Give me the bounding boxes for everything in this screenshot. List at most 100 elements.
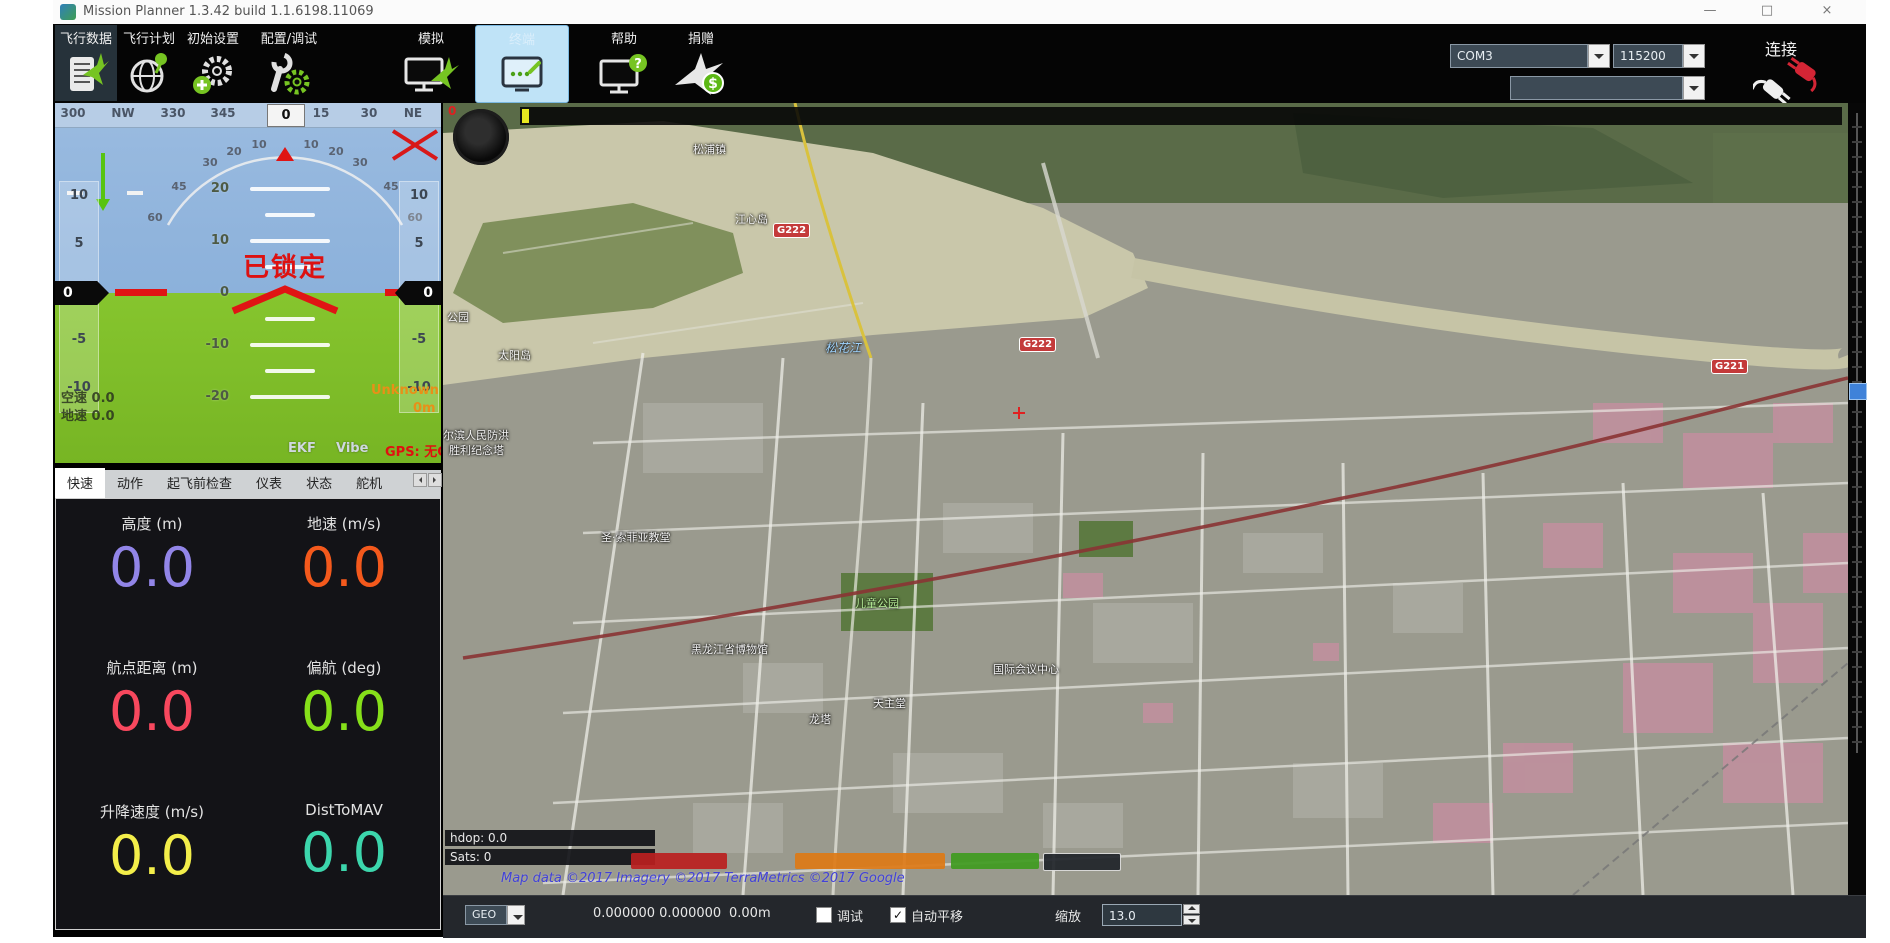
hdop-readout: hdop: 0.0 — [445, 830, 655, 846]
simulation-icon — [403, 51, 459, 97]
map-label: 龙塔 — [809, 711, 831, 727]
zoom-level-input[interactable]: 13.0 — [1102, 904, 1182, 926]
nav-flight-plan[interactable]: 飞行计划 — [119, 25, 179, 101]
mission-planner-window: Mission Planner 1.3.42 build 1.1.6198.11… — [53, 0, 1866, 937]
satellite-imagery — [443, 103, 1848, 895]
chevron-down-icon[interactable] — [1683, 76, 1705, 100]
quick-cell-groundspeed: 地速 (m/s) 0.0 — [248, 499, 440, 643]
autopan-checkbox[interactable]: ✓ — [890, 907, 906, 923]
groundspeed-readout: 地速 0.0 — [61, 405, 115, 424]
map-label-river: 松花江 — [825, 339, 861, 356]
nav-config-tuning[interactable]: 配置/调试 — [247, 25, 331, 101]
road-badge: G222 — [1019, 337, 1056, 352]
quick-cell-climb-rate: 升降速度 (m/s) 0.0 — [56, 787, 248, 931]
nav-terminal[interactable]: 终端 — [475, 25, 569, 103]
debug-checkbox[interactable] — [816, 907, 832, 923]
terminal-icon — [497, 52, 547, 98]
road-badge: G221 — [1711, 359, 1748, 374]
flight-mode-text: Unknown — [371, 383, 439, 398]
gps-status: GPS: 无GPS — [385, 441, 441, 460]
map-label: 国际会议中心 — [993, 661, 1059, 677]
title-bar: Mission Planner 1.3.42 build 1.1.6198.11… — [53, 0, 1866, 25]
status-badge-dark — [1043, 853, 1121, 871]
map-label: 太阳岛 — [498, 347, 531, 363]
svg-text:$: $ — [708, 76, 718, 92]
road-badge: G222 — [773, 223, 810, 238]
tab-actions[interactable]: 动作 — [105, 468, 155, 498]
data-tabs: 快速 动作 起飞前检查 仪表 状态 舵机 — [55, 470, 441, 498]
tab-status[interactable]: 状态 — [294, 468, 344, 498]
zoom-slider-handle[interactable] — [1849, 383, 1867, 400]
help-icon: ? — [598, 51, 650, 97]
cursor-coordinates: 0.000000 0.000000 — [593, 906, 721, 921]
playback-handle[interactable] — [522, 109, 529, 123]
vibe-status[interactable]: Vibe — [336, 441, 368, 456]
nav-initial-setup[interactable]: 初始设置 — [181, 25, 245, 101]
nav-donate[interactable]: 捐赠 $ — [665, 25, 737, 101]
map-label: 圣·索菲亚教堂 — [601, 529, 671, 545]
plug-icon — [1753, 56, 1831, 104]
map-zoom-slider[interactable] — [1848, 103, 1866, 895]
close-button[interactable]: × — [1805, 0, 1849, 22]
connect-button[interactable] — [1753, 56, 1831, 108]
map-label: 江心岛 — [735, 211, 768, 227]
map-label: 胜利纪念塔 — [449, 442, 504, 458]
armed-status-text: 已锁定 — [243, 247, 327, 284]
status-badge-red — [631, 853, 727, 869]
tab-gauges[interactable]: 仪表 — [244, 468, 294, 498]
airspeed-readout: 空速 0.0 — [61, 387, 115, 406]
chevron-down-icon[interactable] — [1683, 44, 1705, 68]
quick-cell-dist-to-mav: DistToMAV 0.0 — [248, 787, 440, 931]
map-label-park: 儿童公园 — [855, 595, 899, 611]
altitude-text: 0m — [413, 401, 436, 416]
stepper-up-icon[interactable] — [1183, 904, 1200, 914]
config-tuning-icon — [266, 51, 312, 97]
tab-scroll-right-button[interactable] — [428, 473, 442, 487]
tab-scroll-left-button[interactable] — [413, 473, 427, 487]
playback-bar[interactable] — [520, 107, 1842, 125]
secondary-port-select[interactable] — [1510, 76, 1705, 100]
nav-help[interactable]: 帮助 ? — [585, 25, 663, 101]
status-badge-green — [951, 853, 1039, 869]
minimize-button[interactable]: — — [1688, 0, 1732, 22]
map-label: 尔滨人民防洪 — [443, 427, 509, 443]
cursor-altitude: 0.00m — [729, 906, 771, 921]
map-status-bar: GEO 0.000000 0.000000 0.00m 调试 ✓ 自动平移 缩放… — [443, 895, 1866, 938]
autopan-label: 自动平移 — [911, 906, 963, 925]
window-title: Mission Planner 1.3.42 build 1.1.6198.11… — [83, 4, 374, 19]
main-toolbar: 飞行数据 飞行计划 初始设置 — [53, 24, 1866, 103]
compass-rose-icon — [453, 109, 509, 165]
heading-tape: 300 NW 330 345 15 30 NE — [55, 103, 441, 128]
map-label: 黑龙江省博物馆 — [691, 641, 768, 657]
zoom-label: 缩放 — [1055, 906, 1081, 925]
tab-servo[interactable]: 舵机 — [344, 468, 394, 498]
tab-quick[interactable]: 快速 — [55, 468, 105, 498]
maximize-button[interactable]: □ — [1745, 0, 1789, 22]
nav-simulation[interactable]: 模拟 — [388, 25, 474, 101]
quick-cell-wp-distance: 航点距离 (m) 0.0 — [56, 643, 248, 787]
ekf-status[interactable]: EKF — [288, 441, 316, 456]
sats-readout: Sats: 0 — [445, 849, 655, 865]
zoom-stepper[interactable] — [1183, 904, 1200, 926]
stepper-down-icon[interactable] — [1183, 915, 1200, 925]
baud-rate-select[interactable]: 115200 — [1613, 44, 1705, 68]
coord-format-select[interactable]: GEO — [465, 905, 525, 925]
flight-plan-icon — [126, 51, 172, 97]
debug-label: 调试 — [837, 906, 863, 925]
red-x-icon — [393, 131, 437, 159]
quick-data-panel: 高度 (m) 0.0 地速 (m/s) 0.0 航点距离 (m) 0.0 偏航 … — [55, 498, 441, 930]
tab-preflight[interactable]: 起飞前检查 — [155, 468, 244, 498]
map-label: 天主堂 — [873, 695, 906, 711]
map-canvas[interactable]: 松浦镇 江心岛 G222 松花江 公园 太阳岛 尔滨人民防洪 胜利纪念塔 G22… — [443, 103, 1848, 895]
com-port-select[interactable]: COM3 — [1450, 44, 1610, 68]
nav-flight-data[interactable]: 飞行数据 — [55, 25, 117, 101]
map-watermark: Map data ©2017 Imagery ©2017 TerraMetric… — [501, 871, 905, 886]
chevron-down-icon[interactable] — [507, 905, 525, 925]
map-label: 松浦镇 — [693, 141, 726, 157]
playback-zero-label: 0 — [448, 104, 456, 118]
donate-icon: $ — [673, 51, 729, 97]
chevron-down-icon[interactable] — [1588, 44, 1610, 68]
screenshot-stage: Mission Planner 1.3.42 build 1.1.6198.11… — [0, 0, 1890, 943]
heading-value-box: 0 — [267, 104, 305, 127]
quick-cell-altitude: 高度 (m) 0.0 — [56, 499, 248, 643]
